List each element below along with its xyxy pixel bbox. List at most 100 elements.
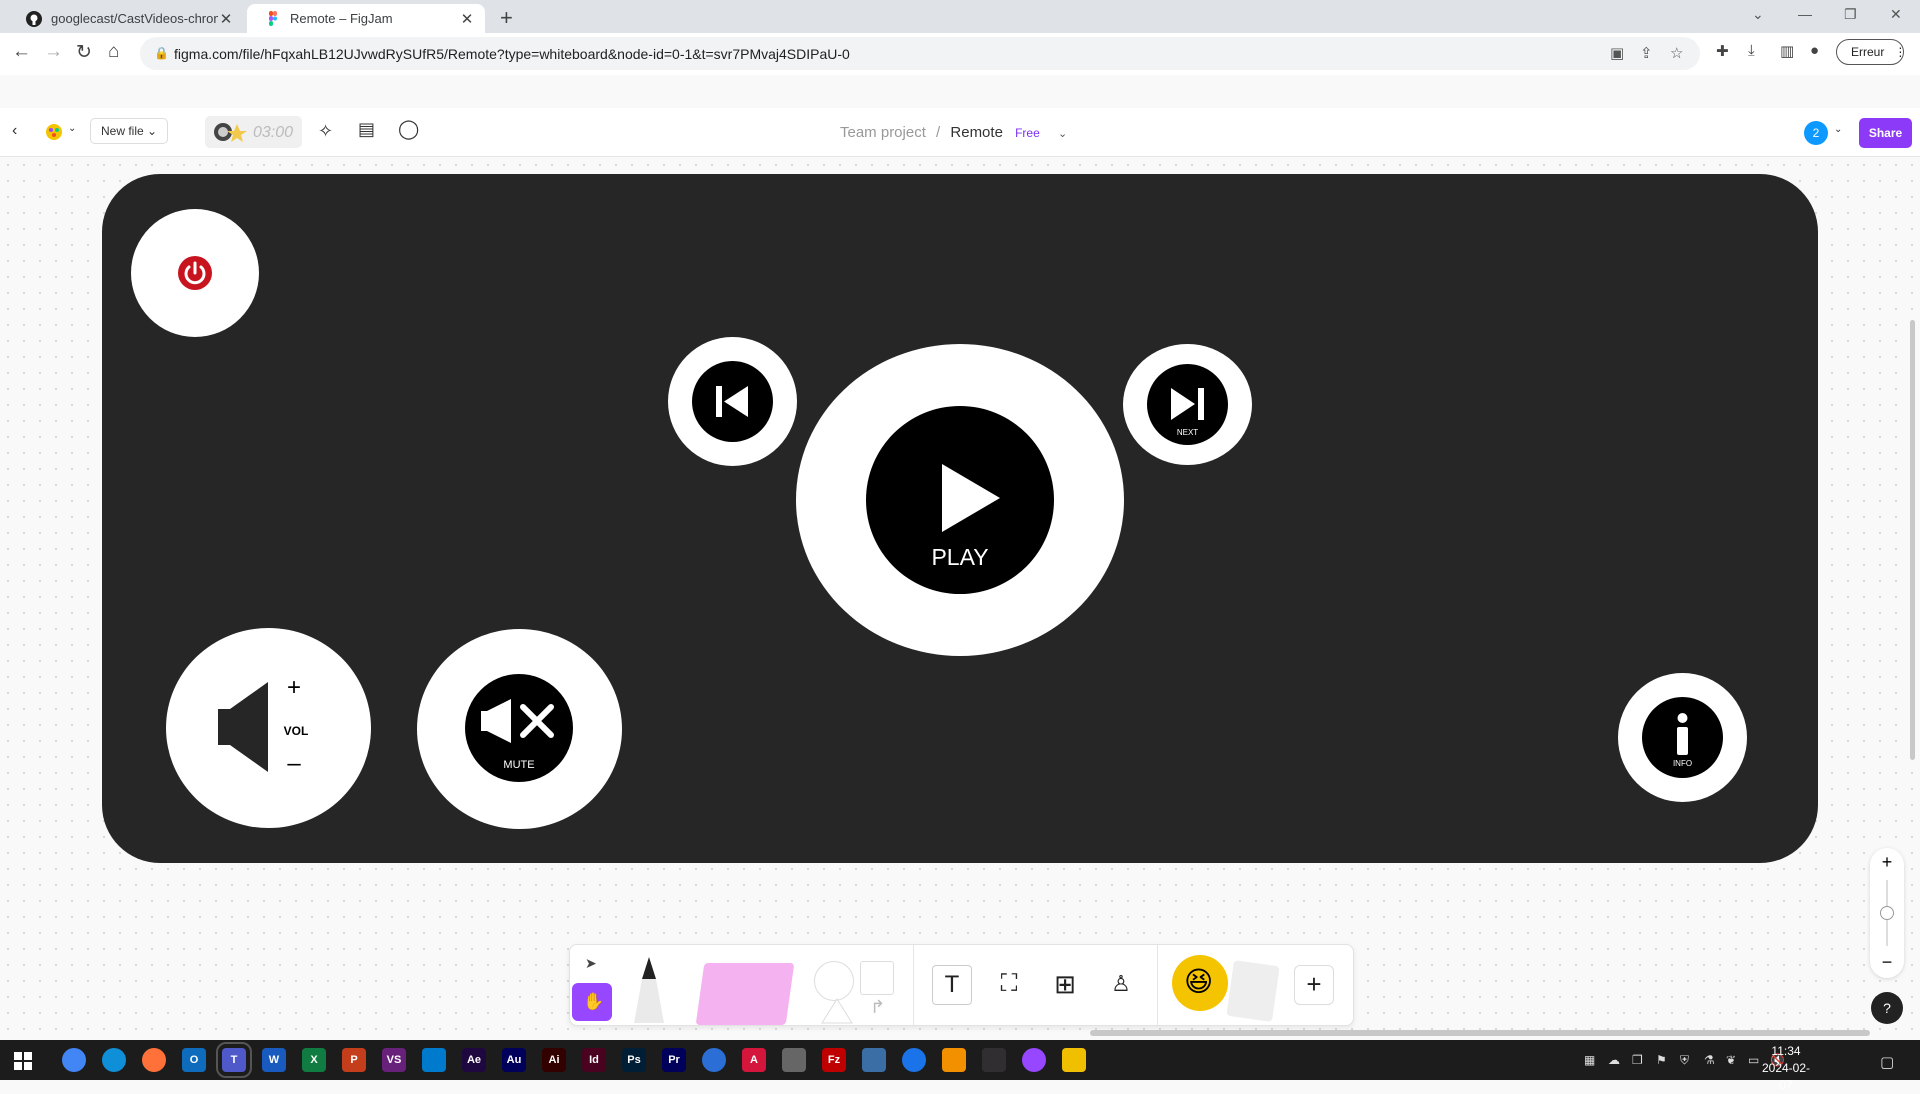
timer-widget[interactable]: 03:00 <box>205 116 302 148</box>
help-button[interactable]: ? <box>1871 992 1903 1024</box>
excel-taskbar-icon[interactable]: X <box>302 1048 326 1072</box>
collaborator-avatar[interactable]: 2 <box>1804 121 1828 145</box>
filezilla-taskbar-icon[interactable]: Fz <box>822 1048 846 1072</box>
teams-taskbar-icon[interactable]: T <box>216 1042 252 1078</box>
sticky-note-tool[interactable] <box>695 963 795 1025</box>
vertical-scrollbar[interactable] <box>1910 320 1915 760</box>
connector-icon[interactable]: ↱ <box>870 997 885 1018</box>
premiere-taskbar-icon[interactable]: Pr <box>662 1048 686 1072</box>
indesign-taskbar-icon[interactable]: Id <box>582 1048 606 1072</box>
after-effects-taskbar-icon[interactable]: Ae <box>462 1048 486 1072</box>
illustrator-taskbar-icon[interactable]: Ai <box>542 1048 566 1072</box>
acrobat-taskbar-icon[interactable]: A <box>742 1048 766 1072</box>
photoshop-taskbar-icon[interactable]: Ps <box>622 1048 646 1072</box>
text-tool[interactable]: T <box>932 965 972 1005</box>
flask-icon[interactable]: ⚗ <box>1704 1053 1715 1067</box>
clock[interactable]: 11:34 2024-02-07 <box>1760 1043 1812 1094</box>
zoom-out-button[interactable]: − <box>1870 952 1904 973</box>
ai-sparkle-icon[interactable]: ✧ <box>318 121 333 142</box>
stripe-app-taskbar-icon[interactable] <box>782 1048 806 1072</box>
onedrive-icon[interactable]: ☁ <box>1608 1053 1620 1067</box>
remote-body[interactable]: PLAY NEXT + VOL – MUTE INFO <box>102 174 1818 863</box>
comment-icon[interactable]: ◯ <box>398 118 419 141</box>
chevron-down-icon[interactable]: ⌄ <box>1752 6 1764 23</box>
new-file-button[interactable]: New file ⌄ <box>90 118 169 144</box>
outlook-taskbar-icon[interactable]: O <box>182 1048 206 1072</box>
volume-down-icon[interactable]: – <box>284 750 304 778</box>
chevron-down-icon[interactable]: ⌄ <box>1834 124 1842 135</box>
download-icon[interactable]: ⤓ <box>1748 42 1755 59</box>
shape-square-tool[interactable] <box>860 961 894 995</box>
table-tool[interactable]: ⊞ <box>1046 965 1084 1003</box>
omnibox[interactable]: 🔒 figma.com/file/hFqxahLB12UJvwdRySUfR5/… <box>140 37 1700 70</box>
chevron-left-icon[interactable]: ‹ <box>12 122 17 140</box>
close-icon[interactable]: ✕ <box>218 10 234 28</box>
network-icon[interactable]: ▭ <box>1748 1053 1759 1067</box>
restore-icon[interactable]: ❐ <box>1844 6 1857 23</box>
breadcrumb-project[interactable]: Team project <box>840 124 926 141</box>
horizontal-scrollbar[interactable] <box>1090 1030 1870 1036</box>
profile-error-button[interactable]: Erreur ⋮ <box>1836 39 1906 65</box>
close-icon[interactable]: ✕ <box>459 10 475 28</box>
breadcrumb-file[interactable]: Remote <box>950 124 1003 141</box>
vscode-taskbar-icon[interactable] <box>422 1048 446 1072</box>
shape-circle-tool[interactable] <box>814 961 854 1001</box>
info-button[interactable]: INFO <box>1618 673 1747 802</box>
star-icon[interactable]: ☆ <box>1670 44 1683 62</box>
profile-icon[interactable]: ● <box>1810 42 1819 59</box>
shape-triangle-tool[interactable] <box>820 997 854 1025</box>
chevron-down-icon[interactable]: ⌄ <box>68 123 76 134</box>
volume-button[interactable]: + VOL – <box>166 628 371 828</box>
chevron-down-icon[interactable]: ⌄ <box>1058 128 1067 140</box>
tray-flag-icon[interactable]: ⚑ <box>1656 1053 1667 1067</box>
notifications-icon[interactable]: ▢ <box>1880 1053 1894 1071</box>
volume-up-icon[interactable]: + <box>284 674 304 702</box>
new-tab-button[interactable]: + <box>500 5 513 31</box>
pen-tool[interactable] <box>628 957 670 1023</box>
cast-icon[interactable]: ▣ <box>1610 44 1624 62</box>
windows-start-icon[interactable] <box>14 1052 32 1070</box>
layout-icon[interactable]: ▤ <box>358 119 375 140</box>
hand-tool[interactable]: ✋ <box>572 983 612 1021</box>
network-app-taskbar-icon[interactable] <box>862 1048 886 1072</box>
back-icon[interactable]: ← <box>12 41 31 63</box>
figjam-menu-icon[interactable] <box>44 122 64 145</box>
figma-app-taskbar-icon[interactable] <box>1022 1048 1046 1072</box>
tray-window-icon[interactable]: ❐ <box>1632 1053 1643 1067</box>
app-store-taskbar-icon[interactable] <box>702 1048 726 1072</box>
shield-icon[interactable]: ⛨ <box>1680 1053 1689 1068</box>
select-tool[interactable]: ➤ <box>572 947 612 981</box>
edge-taskbar-icon[interactable] <box>102 1048 126 1072</box>
powerpoint-taskbar-icon[interactable]: P <box>342 1048 366 1072</box>
tab-github[interactable]: googlecast/CastVideos-chrome: ✕ <box>8 4 244 33</box>
home-icon[interactable]: ⌂ <box>108 41 119 63</box>
leaf-icon[interactable]: ❦ <box>1726 1053 1736 1067</box>
word-taskbar-icon[interactable]: W <box>262 1048 286 1072</box>
tab-figjam[interactable]: Remote – FigJam ✕ <box>247 4 485 33</box>
play-button-outer[interactable]: PLAY <box>796 344 1124 656</box>
reload-icon[interactable]: ↻ <box>76 41 92 64</box>
mute-button[interactable]: MUTE <box>417 629 622 829</box>
power-button[interactable] <box>131 209 259 337</box>
stamp-tool[interactable]: ♙ <box>1102 965 1140 1003</box>
previous-button[interactable] <box>668 337 797 466</box>
firefox-taskbar-icon[interactable] <box>142 1048 166 1072</box>
share-button[interactable]: Share <box>1859 118 1912 148</box>
next-button[interactable]: NEXT <box>1123 344 1252 465</box>
maps-taskbar-icon[interactable] <box>902 1048 926 1072</box>
url-text[interactable]: figma.com/file/hFqxahLB12UJvwdRySUfR5/Re… <box>174 46 850 62</box>
emoji-sticker-tool[interactable]: 😆 <box>1172 955 1228 1011</box>
visual-studio-taskbar-icon[interactable]: VS <box>382 1048 406 1072</box>
forward-icon[interactable]: → <box>44 41 63 63</box>
minimize-icon[interactable]: — <box>1798 6 1812 22</box>
file-explorer-taskbar-icon[interactable] <box>1062 1048 1086 1072</box>
chrome-taskbar-icon[interactable] <box>62 1048 86 1072</box>
audition-taskbar-icon[interactable]: Au <box>502 1048 526 1072</box>
kebab-menu-icon[interactable]: ⋮ <box>1894 45 1906 59</box>
teams-tray-icon[interactable]: ▦ <box>1584 1053 1595 1067</box>
window-close-icon[interactable]: ✕ <box>1890 6 1902 23</box>
zoom-in-button[interactable]: + <box>1870 852 1904 873</box>
add-more-button[interactable]: + <box>1294 965 1334 1005</box>
sidebar-icon[interactable]: ▥ <box>1780 42 1794 60</box>
virtualbox-taskbar-icon[interactable] <box>942 1048 966 1072</box>
